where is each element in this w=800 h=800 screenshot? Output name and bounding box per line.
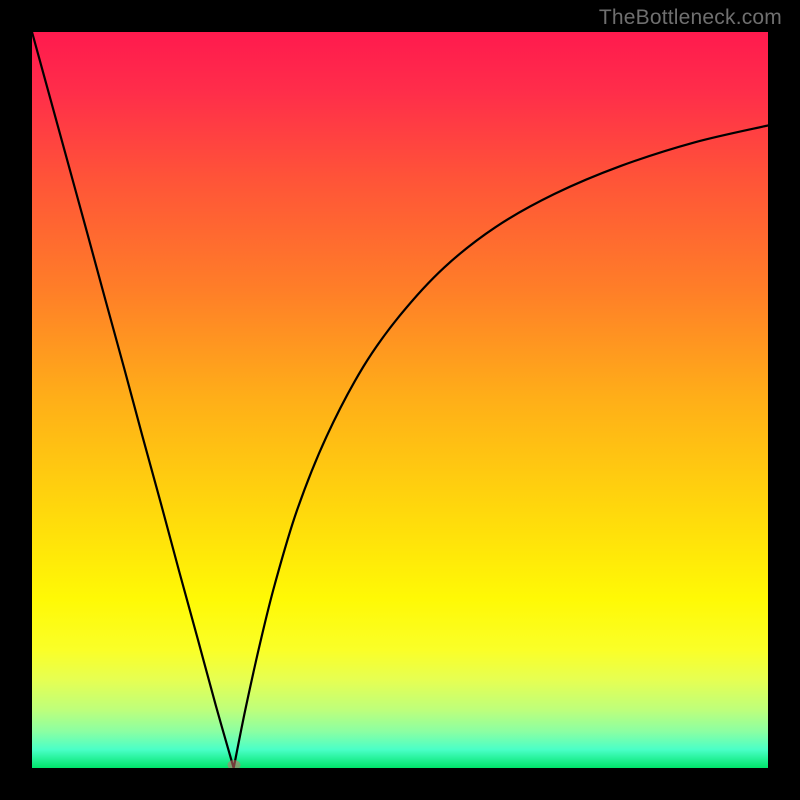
minimum-marker [227,760,240,768]
bottleneck-curve [32,32,768,768]
curve-layer [32,32,768,768]
plot-area [32,32,768,768]
chart-frame: TheBottleneck.com [0,0,800,800]
watermark-text: TheBottleneck.com [599,6,782,30]
